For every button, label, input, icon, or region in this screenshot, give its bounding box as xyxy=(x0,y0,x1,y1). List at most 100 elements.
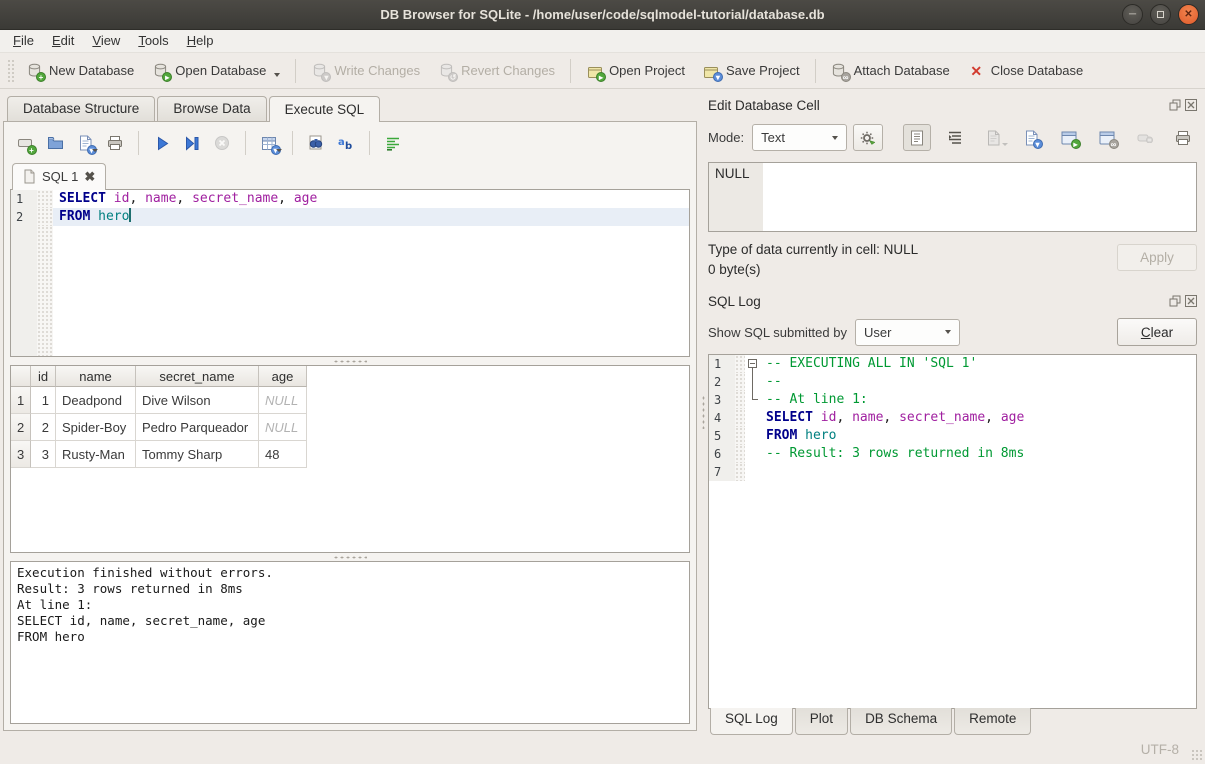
execute-line-button[interactable] xyxy=(179,130,205,156)
autocomplete-button[interactable]: ab xyxy=(333,130,359,156)
row-header[interactable]: 3 xyxy=(11,441,31,468)
toolbar-separator xyxy=(292,131,293,155)
table-cell[interactable]: 2 xyxy=(31,414,56,441)
code-line[interactable]: FROM hero xyxy=(53,208,689,226)
close-panel-icon[interactable] xyxy=(1184,99,1197,112)
table-cell[interactable]: 48 xyxy=(259,441,307,468)
chevron-down-icon[interactable] xyxy=(274,73,280,77)
main-tab-bar: Database StructureBrowse DataExecute SQL xyxy=(0,96,700,121)
cell-text-area[interactable] xyxy=(763,163,1196,231)
save-results-button[interactable]: ▾ xyxy=(256,130,282,156)
close-tab-icon[interactable]: ✖ xyxy=(84,171,95,183)
column-header-age[interactable]: age xyxy=(259,366,307,387)
collapse-icon[interactable] xyxy=(748,359,757,368)
log-filter-combobox[interactable]: User xyxy=(855,319,960,346)
sql-log-view[interactable]: 1-- EXECUTING ALL IN 'SQL 1'2--3-- At li… xyxy=(708,354,1197,709)
table-cell[interactable]: Dive Wilson xyxy=(136,387,259,414)
open-sql-file-button[interactable] xyxy=(42,130,68,156)
link-button[interactable]: ∞ xyxy=(1093,124,1121,151)
menu-view[interactable]: View xyxy=(83,30,129,52)
new-database-button[interactable]: +New Database xyxy=(17,57,143,84)
text-mode-button[interactable] xyxy=(903,124,931,151)
log-filter-value: User xyxy=(864,325,931,340)
menu-tools[interactable]: Tools xyxy=(129,30,177,52)
attach-database-button[interactable]: ∞Attach Database xyxy=(822,57,959,84)
close-panel-icon[interactable] xyxy=(1184,295,1197,308)
open-database-button[interactable]: ▸Open Database xyxy=(143,57,289,84)
menu-file[interactable]: File xyxy=(4,30,43,52)
open-database-icon: ▸ xyxy=(152,62,169,79)
execute-all-button[interactable] xyxy=(149,130,175,156)
fold-marker[interactable] xyxy=(745,355,760,373)
table-cell[interactable]: Deadpond xyxy=(56,387,136,414)
tab-sql-log[interactable]: SQL Log xyxy=(710,708,793,735)
title-bar[interactable]: DB Browser for SQLite - /home/user/code/… xyxy=(0,0,1205,30)
table-cell[interactable]: Pedro Parqueador xyxy=(136,414,259,441)
tab-db-schema[interactable]: DB Schema xyxy=(850,708,952,735)
results-grid[interactable]: idnamesecret_nameage11DeadpondDive Wilso… xyxy=(10,365,690,553)
clear-log-button[interactable]: Clear xyxy=(1117,318,1197,346)
table-cell[interactable]: NULL xyxy=(259,414,307,441)
chevron-down-icon[interactable] xyxy=(276,149,282,152)
fold-margin xyxy=(735,373,745,391)
menu-help[interactable]: Help xyxy=(178,30,223,52)
float-panel-icon[interactable] xyxy=(1168,99,1181,112)
column-header-secret-name[interactable]: secret_name xyxy=(136,366,259,387)
revert-changes-button: ↺Revert Changes xyxy=(429,57,564,84)
code-area[interactable] xyxy=(53,226,689,356)
line-number-gutter xyxy=(11,226,37,356)
chevron-down-icon[interactable] xyxy=(92,149,98,152)
open-external-icon: ▸ xyxy=(1061,129,1078,146)
encoding-indicator[interactable]: UTF-8 xyxy=(1141,742,1179,757)
tab-database-structure[interactable]: Database Structure xyxy=(7,96,155,121)
tab-remote[interactable]: Remote xyxy=(954,708,1031,735)
import-data-button xyxy=(979,124,1007,151)
row-header[interactable]: 1 xyxy=(11,387,31,414)
minimize-icon[interactable]: ─ xyxy=(1122,4,1143,25)
table-cell[interactable]: 1 xyxy=(31,387,56,414)
save-project-button[interactable]: ▾Save Project xyxy=(694,57,809,84)
editor-empty-area[interactable] xyxy=(11,226,689,356)
table-cell[interactable]: Rusty-Man xyxy=(56,441,136,468)
column-header-id[interactable]: id xyxy=(31,366,56,387)
tab-execute-sql[interactable]: Execute SQL xyxy=(269,96,381,122)
apply-button[interactable]: Apply xyxy=(1117,244,1197,271)
resize-grip[interactable] xyxy=(1191,749,1203,761)
close-icon[interactable]: ✕ xyxy=(1178,4,1199,25)
mode-value: Text xyxy=(761,130,818,145)
save-sql-file-button[interactable]: ▾ xyxy=(72,130,98,156)
sql-editor[interactable]: 1SELECT id, name, secret_name, age2FROM … xyxy=(10,189,690,357)
tab-plot[interactable]: Plot xyxy=(795,708,848,735)
print-cell-button[interactable] xyxy=(1169,124,1197,151)
open-external-button[interactable]: ▸ xyxy=(1055,124,1083,151)
sql-doc-tab[interactable]: SQL 1 ✖ xyxy=(12,163,106,190)
toolbar-drag-handle[interactable] xyxy=(7,59,14,83)
right-pane: Edit Database Cell Mode: Text xyxy=(706,89,1205,735)
word-wrap-button[interactable] xyxy=(941,124,969,151)
tab-browse-data[interactable]: Browse Data xyxy=(157,96,266,121)
line-number: 5 xyxy=(709,427,735,445)
column-header-name[interactable]: name xyxy=(56,366,136,387)
menu-edit[interactable]: Edit xyxy=(43,30,83,52)
fold-marker xyxy=(745,427,760,445)
maximize-icon[interactable] xyxy=(1150,4,1171,25)
format-button[interactable] xyxy=(380,130,406,156)
save-as-button[interactable]: ▾ xyxy=(1017,124,1045,151)
table-cell[interactable]: NULL xyxy=(259,387,307,414)
new-sql-tab-button[interactable]: + xyxy=(12,130,38,156)
find-button[interactable] xyxy=(303,130,329,156)
splitter-results-message[interactable] xyxy=(10,553,690,561)
code-line[interactable]: SELECT id, name, secret_name, age xyxy=(53,190,689,208)
apply-mode-button[interactable] xyxy=(853,124,883,151)
print-button[interactable] xyxy=(102,130,128,156)
table-cell[interactable]: 3 xyxy=(31,441,56,468)
mode-combobox[interactable]: Text xyxy=(752,124,847,151)
float-panel-icon[interactable] xyxy=(1168,295,1181,308)
table-cell[interactable]: Tommy Sharp xyxy=(136,441,259,468)
splitter-editor-results[interactable] xyxy=(10,357,690,365)
cell-editor[interactable]: NULL xyxy=(708,162,1197,232)
row-header[interactable]: 2 xyxy=(11,414,31,441)
close-database-button[interactable]: ✕Close Database xyxy=(959,57,1093,84)
open-project-button[interactable]: ▸Open Project xyxy=(577,57,694,84)
table-cell[interactable]: Spider-Boy xyxy=(56,414,136,441)
